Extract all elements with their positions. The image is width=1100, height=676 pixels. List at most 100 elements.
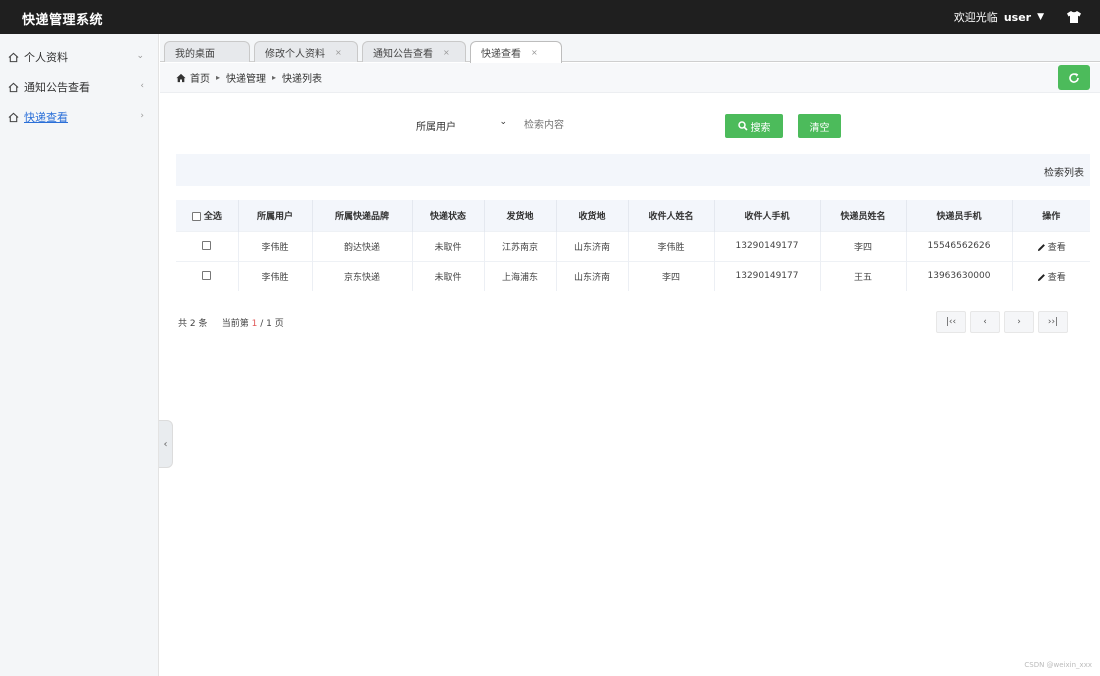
col-select-all[interactable]: 全选 (176, 200, 239, 231)
sidebar-item-label: 通知公告查看 (24, 81, 90, 94)
view-link[interactable]: 查看 (1012, 230, 1090, 261)
pencil-icon (1037, 273, 1045, 281)
tab-label: 我的桌面 (175, 48, 215, 60)
close-icon[interactable]: × (531, 48, 538, 57)
user-area: 欢迎光临 user ▼ (954, 9, 1082, 25)
close-icon[interactable]: × (335, 48, 342, 57)
cell-brand: 京东快递 (312, 260, 413, 291)
sidebar-item-express[interactable]: 快递查看 › (0, 102, 158, 132)
cell-courier-phone: 13963630000 (906, 260, 1013, 291)
pager-info: 共 2 条 当前第 1 / 1 页 (178, 316, 284, 329)
tab-bar: 我的桌面 修改个人资料 × 通知公告查看 × 快递查看 × (160, 34, 1100, 63)
tab-desktop[interactable]: 我的桌面 (164, 41, 250, 62)
cell-status: 未取件 (412, 230, 485, 261)
cell-to: 山东济南 (556, 260, 629, 291)
view-link-label: 查看 (1047, 242, 1066, 253)
column-header: 操作 (1012, 200, 1090, 231)
cell-from: 江苏南京 (484, 230, 557, 261)
list-title: 检索列表 (1044, 168, 1084, 179)
shirt-icon[interactable] (1066, 10, 1082, 24)
column-header: 收件人手机 (714, 200, 821, 231)
cell-receiver: 李伟胜 (628, 230, 715, 261)
table-row: 李伟胜 京东快递 未取件 上海浦东 山东济南 李四 13290149177 王五… (176, 260, 1090, 291)
cell-receiver-phone: 13290149177 (714, 230, 821, 261)
refresh-button[interactable] (1058, 65, 1090, 90)
search-button-label: 搜索 (750, 122, 771, 134)
user-menu[interactable]: user (1004, 11, 1031, 24)
search-icon (737, 121, 748, 131)
view-link-label: 查看 (1047, 272, 1066, 283)
chevron-down-icon: ⌄ (499, 117, 507, 127)
row-select-cell (176, 260, 239, 291)
sidebar-item-notices[interactable]: 通知公告查看 ‹ (0, 72, 158, 102)
column-header: 全选 (203, 211, 222, 222)
app-title: 快递管理系统 (22, 13, 104, 28)
cell-status: 未取件 (412, 260, 485, 291)
home-icon (8, 52, 19, 62)
first-page-button[interactable]: |‹‹ (936, 311, 966, 333)
column-header: 收件人姓名 (628, 200, 715, 231)
sidebar-item-profile[interactable]: 个人资料 ⌄ (0, 42, 158, 72)
cell-from: 上海浦东 (484, 260, 557, 291)
field-select-value: 所属用户 (416, 121, 456, 133)
cell-receiver: 李四 (628, 260, 715, 291)
clear-button[interactable]: 清空 (798, 114, 841, 138)
sidebar-item-label: 个人资料 (24, 51, 68, 64)
home-icon (8, 112, 19, 122)
chevron-left-icon: ‹ (140, 81, 144, 91)
pager-total: 共 2 条 (178, 319, 208, 329)
cell-courier-phone: 15546562626 (906, 230, 1013, 261)
cell-brand: 韵达快递 (312, 230, 413, 261)
table-row: 李伟胜 韵达快递 未取件 江苏南京 山东济南 李伟胜 13290149177 李… (176, 230, 1090, 261)
sidebar-item-label: 快递查看 (24, 111, 68, 124)
pencil-icon (1037, 243, 1045, 251)
tab-label: 快递查看 (481, 49, 521, 60)
row-checkbox[interactable] (202, 241, 212, 250)
pager-current-suffix: / 1 页 (260, 319, 284, 329)
next-page-button[interactable]: › (1004, 311, 1034, 333)
cell-user: 李伟胜 (238, 260, 313, 291)
field-select[interactable]: 所属用户 ⌄ (406, 114, 511, 136)
prev-page-button[interactable]: ‹ (970, 311, 1000, 333)
cell-receiver-phone: 13290149177 (714, 260, 821, 291)
cell-user: 李伟胜 (238, 230, 313, 261)
refresh-icon (1069, 72, 1079, 83)
search-button[interactable]: 搜索 (725, 114, 783, 138)
column-header: 快递员姓名 (820, 200, 907, 231)
chevron-down-icon: ⌄ (136, 51, 144, 61)
pager-current-page: 1 (251, 319, 258, 329)
column-header: 快递员手机 (906, 200, 1013, 231)
sidebar-collapse-handle[interactable]: ‹ (159, 420, 173, 468)
clear-button-label: 清空 (809, 122, 830, 134)
last-page-button[interactable]: ››| (1038, 311, 1068, 333)
breadcrumb-level1[interactable]: 快递管理 (226, 70, 266, 85)
watermark: CSDN @weixin_xxx (1024, 661, 1092, 669)
breadcrumb-home[interactable]: 首页 (190, 70, 210, 85)
select-all-checkbox[interactable] (191, 211, 201, 221)
table-header-row: 全选 所属用户 所属快递品牌 快递状态 发货地 收货地 收件人姓名 收件人手机 … (176, 200, 1090, 231)
tab-express[interactable]: 快递查看 × (470, 41, 562, 63)
cell-courier: 李四 (820, 230, 907, 261)
search-input[interactable] (516, 114, 716, 136)
tab-label: 修改个人资料 (265, 48, 325, 60)
tab-notices[interactable]: 通知公告查看 × (362, 41, 466, 62)
home-icon (8, 82, 19, 92)
column-header: 发货地 (484, 200, 557, 231)
welcome-text: 欢迎光临 (953, 11, 998, 24)
cell-to: 山东济南 (556, 230, 629, 261)
row-checkbox[interactable] (202, 271, 212, 281)
chevron-down-icon[interactable]: ▼ (1037, 12, 1044, 22)
breadcrumb-separator-icon: ▸ (216, 73, 221, 82)
column-header: 所属快递品牌 (312, 200, 413, 231)
column-header: 快递状态 (412, 200, 485, 231)
breadcrumb: 首页 ▸ 快递管理 ▸ 快递列表 (160, 63, 1100, 93)
tab-edit-profile[interactable]: 修改个人资料 × (254, 41, 358, 62)
express-table: 全选 所属用户 所属快递品牌 快递状态 发货地 收货地 收件人姓名 收件人手机 … (176, 200, 1090, 291)
top-bar: 快递管理系统 欢迎光临 user ▼ (0, 0, 1100, 34)
tab-label: 通知公告查看 (373, 48, 433, 60)
view-link[interactable]: 查看 (1012, 260, 1090, 291)
close-icon[interactable]: × (443, 48, 450, 57)
row-select-cell (176, 230, 239, 261)
chevron-right-icon: › (140, 111, 144, 121)
sidebar: 个人资料 ⌄ 通知公告查看 ‹ 快递查看 › (0, 34, 159, 676)
